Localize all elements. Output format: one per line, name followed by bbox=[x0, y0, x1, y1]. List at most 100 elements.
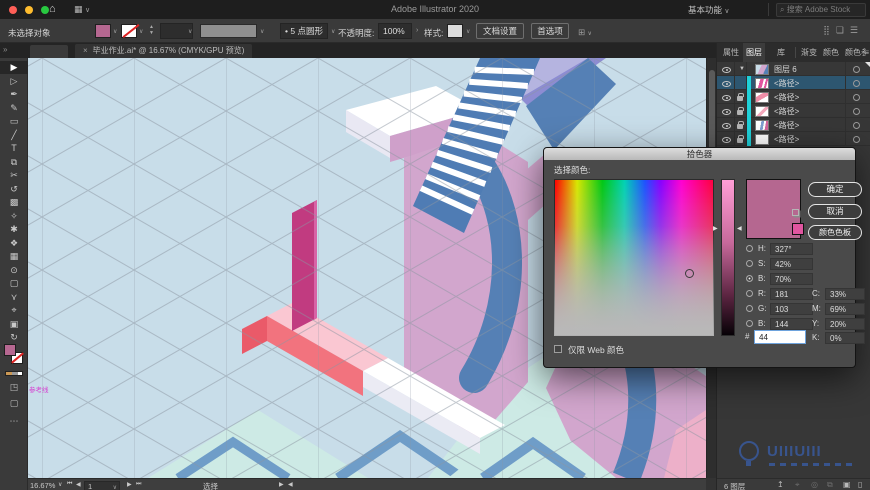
slider-arrow-right-icon[interactable]: ◀ bbox=[737, 225, 742, 232]
slider-arrow-left-icon[interactable]: ▶ bbox=[713, 225, 718, 232]
rectangle-tool[interactable]: ▭ bbox=[0, 115, 28, 128]
hue-slider[interactable] bbox=[721, 179, 735, 336]
layer-thumbnail[interactable] bbox=[755, 63, 769, 75]
panel-menu-icon[interactable]: ≡ bbox=[864, 48, 869, 57]
toolbar-fill-swatch[interactable] bbox=[4, 344, 16, 356]
layer-name[interactable]: <路径> bbox=[774, 92, 799, 103]
scissors-tool[interactable]: ✂ bbox=[0, 169, 28, 182]
layer-name[interactable]: <路径> bbox=[774, 134, 799, 145]
tab-stub[interactable] bbox=[30, 45, 68, 58]
style-swatch[interactable] bbox=[447, 24, 463, 38]
paintbrush-tool[interactable]: ╱ bbox=[0, 129, 28, 142]
locate-object-icon[interactable]: ⌖ bbox=[795, 480, 800, 490]
s-radio[interactable] bbox=[746, 260, 753, 267]
zoom-level[interactable]: 16.67% bbox=[30, 481, 55, 490]
edit-toolbar-icon[interactable]: ⋯ bbox=[0, 416, 28, 427]
artboard-tool[interactable]: ▢ bbox=[0, 277, 28, 290]
preferences-button[interactable]: 首选项 bbox=[531, 23, 569, 39]
next-artboard-icon[interactable]: ▶ bbox=[127, 481, 132, 488]
tab-gradient[interactable]: 渐变 bbox=[798, 43, 820, 62]
document-setup-button[interactable]: 文档设置 bbox=[476, 23, 524, 39]
opacity-chevron-icon[interactable]: › bbox=[416, 27, 418, 34]
join-tool[interactable]: ⋎ bbox=[0, 291, 28, 304]
layer-thumbnail[interactable] bbox=[755, 77, 769, 89]
layer-thumbnail[interactable] bbox=[755, 91, 769, 103]
gradient-tool[interactable]: ▩ bbox=[0, 196, 28, 209]
g-radio[interactable] bbox=[746, 305, 753, 312]
target-circle[interactable] bbox=[853, 65, 860, 73]
m-field[interactable]: 69% bbox=[825, 303, 865, 315]
r-field[interactable]: 181 bbox=[770, 288, 813, 300]
list-view-icon[interactable]: ☰ bbox=[850, 25, 864, 35]
tab-layers[interactable]: 图层 bbox=[743, 43, 765, 62]
stroke-weight-stepper[interactable]: ▲ ▼ bbox=[147, 24, 156, 38]
collect-export-icon[interactable]: ↥ bbox=[777, 480, 784, 489]
new-layer-icon[interactable]: ▣ bbox=[843, 480, 851, 489]
hscroll-left-icon[interactable]: ◀ bbox=[288, 481, 293, 488]
layer-name[interactable]: <路径> bbox=[774, 78, 799, 89]
free-transform-tool[interactable]: ⧉ bbox=[0, 156, 28, 169]
visibility-icon[interactable] bbox=[722, 136, 731, 143]
tab-color[interactable]: 颜色 bbox=[820, 43, 842, 62]
target-circle[interactable] bbox=[853, 121, 860, 129]
brush-chevron-icon[interactable]: ∨ bbox=[331, 28, 335, 35]
target-circle[interactable] bbox=[853, 93, 860, 101]
visibility-icon[interactable] bbox=[722, 94, 731, 101]
visibility-icon[interactable] bbox=[722, 108, 731, 115]
b-field[interactable]: 70% bbox=[770, 273, 813, 285]
layer-thumbnail[interactable] bbox=[755, 119, 769, 131]
layer-name[interactable]: 图层 6 bbox=[774, 64, 797, 75]
c-field[interactable]: 33% bbox=[825, 288, 865, 300]
dialog-title[interactable]: 拾色器 bbox=[544, 148, 855, 160]
web-only-checkbox[interactable] bbox=[554, 345, 562, 353]
prev-artboard-icon[interactable]: ◀ bbox=[76, 481, 81, 488]
selection-tool[interactable]: ▶ bbox=[0, 61, 28, 74]
h-radio[interactable] bbox=[746, 245, 753, 252]
opacity-field[interactable]: 100% bbox=[378, 23, 412, 39]
measure-tool[interactable]: ⌖ bbox=[0, 304, 28, 317]
lock-icon[interactable] bbox=[737, 93, 744, 101]
artboard-field[interactable]: 1 ∨ bbox=[84, 480, 120, 490]
type-tool[interactable]: T bbox=[0, 142, 28, 155]
s-field[interactable]: 42% bbox=[770, 258, 813, 270]
gamut-color-chip[interactable] bbox=[792, 223, 804, 235]
workspace-switcher[interactable]: 基本功能 ∨ bbox=[688, 4, 730, 16]
direct-selection-tool[interactable]: ▷ bbox=[0, 75, 28, 88]
fill-color-swatch[interactable] bbox=[95, 24, 111, 38]
grid-view-icon[interactable]: ⣿ bbox=[823, 25, 836, 35]
style-chevron-icon[interactable]: ∨ bbox=[466, 28, 470, 35]
brush-preview-swatch[interactable] bbox=[200, 24, 257, 38]
color-swatches-button[interactable]: 颜色色板 bbox=[808, 225, 862, 240]
layer-row-selected[interactable]: <路径> bbox=[717, 76, 870, 90]
first-artboard-icon[interactable]: ⏮ bbox=[67, 481, 72, 488]
target-circle[interactable] bbox=[853, 79, 860, 87]
eyedropper-tool[interactable]: ✧ bbox=[0, 210, 28, 223]
mesh-tool[interactable]: ▦ bbox=[0, 250, 28, 263]
toolbar-expand-icon[interactable]: » bbox=[3, 45, 7, 54]
screen-mode-icon[interactable]: ▢ bbox=[0, 398, 28, 409]
color-marker[interactable] bbox=[685, 269, 694, 278]
rotate-tool[interactable]: ↺ bbox=[0, 183, 28, 196]
visibility-icon[interactable] bbox=[722, 122, 731, 129]
hex-field[interactable]: 44 bbox=[754, 330, 806, 344]
color-mode-bar[interactable] bbox=[5, 371, 23, 376]
r-radio[interactable] bbox=[746, 290, 753, 297]
delete-layer-icon[interactable]: ▯ bbox=[858, 480, 862, 489]
k-field[interactable]: 0% bbox=[825, 332, 865, 344]
layer-thumbnail[interactable] bbox=[755, 105, 769, 117]
g-field[interactable]: 103 bbox=[770, 303, 813, 315]
tab-libraries[interactable]: 库 bbox=[774, 43, 788, 62]
layer-name[interactable]: <路径> bbox=[774, 106, 799, 117]
close-tab-icon[interactable]: × bbox=[83, 46, 88, 55]
target-circle[interactable] bbox=[853, 135, 860, 143]
clip-mask-icon[interactable]: ◎ bbox=[811, 480, 818, 489]
stroke-weight-chevron-icon[interactable]: ∨ bbox=[188, 28, 192, 35]
layer-row-parent[interactable]: ▼ 图层 6 bbox=[717, 62, 870, 76]
lock-icon[interactable] bbox=[737, 135, 744, 143]
layer-thumbnail[interactable] bbox=[755, 133, 769, 145]
rotate-view-tool[interactable]: ↻ bbox=[0, 331, 28, 344]
stroke-chevron-icon[interactable]: ∨ bbox=[139, 28, 143, 35]
target-circle[interactable] bbox=[853, 107, 860, 115]
b-radio[interactable] bbox=[746, 275, 753, 282]
b2-field[interactable]: 144 bbox=[770, 318, 813, 330]
